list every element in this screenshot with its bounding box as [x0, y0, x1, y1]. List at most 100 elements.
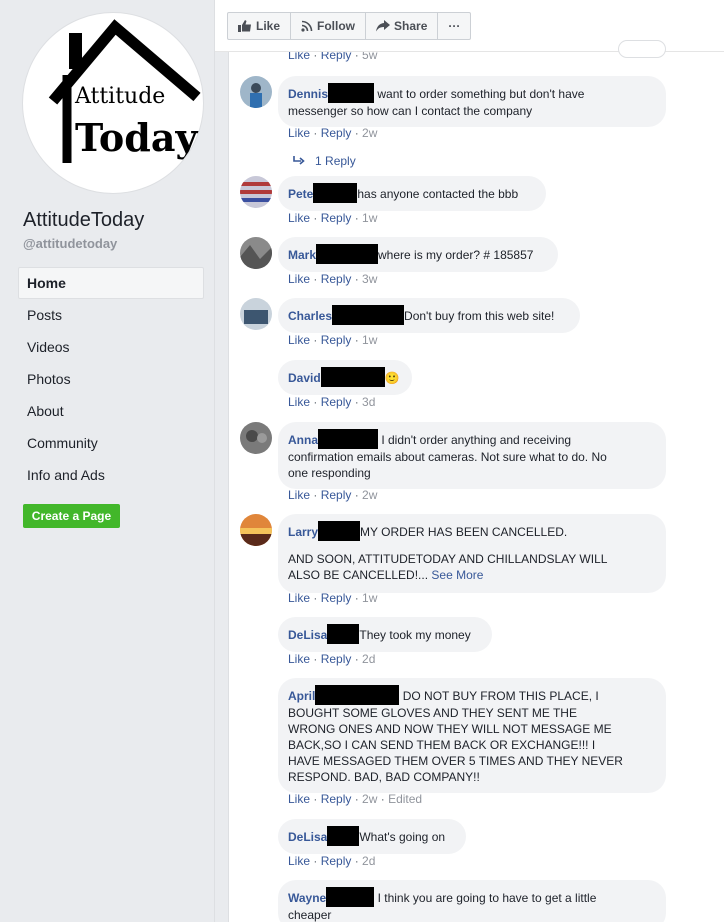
like-link[interactable]: Like	[288, 333, 310, 347]
comment-text: HAVE MESSAGED THEM OVER 5 TIMES AND THEY…	[288, 754, 623, 768]
like-page-button[interactable]: Like	[228, 13, 292, 39]
comment-text: cheaper	[288, 908, 332, 922]
comment-text: What's going on	[359, 830, 446, 844]
avatar[interactable]	[240, 76, 272, 108]
redaction	[320, 367, 385, 387]
comment-text: Don't buy from this web site!	[404, 309, 555, 323]
commenter-name[interactable]: DeLisa	[288, 830, 327, 844]
nav-info-and-ads[interactable]: Info and Ads	[18, 459, 204, 491]
nav-about[interactable]: About	[18, 395, 204, 427]
reply-link[interactable]: Reply	[321, 488, 352, 502]
like-link[interactable]: Like	[288, 792, 310, 806]
commenter-name[interactable]: Charles	[288, 309, 332, 323]
avatar[interactable]	[240, 422, 272, 454]
commenter-name[interactable]: April	[288, 689, 315, 703]
commenter-name[interactable]: David	[288, 371, 321, 385]
comment-text: has anyone contacted the bbb	[357, 187, 519, 201]
commenter-name[interactable]: Dennis	[288, 87, 328, 101]
post-action-bar: Like Follow Share ···	[215, 0, 724, 58]
like-link[interactable]: Like	[288, 488, 310, 502]
nav-videos[interactable]: Videos	[18, 331, 204, 363]
left-sidebar: Attitude Today AttitudeToday @attitudeto…	[0, 0, 214, 922]
comment-text: RESPOND. BAD, BAD COMPANY!!	[288, 770, 480, 784]
share-arrow-icon	[376, 20, 391, 32]
page-handle[interactable]: @attitudetoday	[23, 236, 117, 251]
like-link[interactable]: Like	[288, 652, 310, 666]
comment-bubble: Mark where is my order? # 185857	[278, 237, 558, 272]
nav-community[interactable]: Community	[18, 427, 204, 459]
comment-meta: Like · Reply · 1w	[288, 333, 378, 347]
reply-link[interactable]: Reply	[321, 211, 352, 225]
action-buttons: Like Follow Share ···	[227, 12, 472, 40]
nav-home[interactable]: Home	[18, 267, 204, 299]
reply-link[interactable]: Reply	[321, 126, 352, 140]
avatar[interactable]	[240, 237, 272, 269]
like-link[interactable]: Like	[288, 591, 310, 605]
commenter-name[interactable]: Wayne	[288, 891, 326, 905]
timestamp: 2w	[362, 126, 378, 140]
redaction	[328, 83, 375, 103]
see-more-link[interactable]: See More	[431, 568, 483, 582]
reply-link[interactable]: Reply	[321, 854, 352, 868]
view-replies-link[interactable]: 1 Reply	[293, 154, 356, 168]
timestamp: 2d	[362, 854, 376, 868]
like-link[interactable]: Like	[288, 211, 310, 225]
comment-text: I think you are going to have to get a l…	[377, 891, 597, 905]
comment-text: one responding	[288, 466, 371, 480]
reactions-summary[interactable]	[618, 40, 666, 58]
comment-meta: Like · Reply · 1w	[288, 591, 378, 605]
reply-link[interactable]: Reply	[321, 272, 352, 286]
page-logo[interactable]: Attitude Today	[22, 12, 204, 194]
redaction	[318, 429, 378, 449]
share-button[interactable]: Share	[366, 13, 439, 39]
nav-posts[interactable]: Posts	[18, 299, 204, 331]
avatar[interactable]	[240, 298, 272, 330]
avatar[interactable]	[240, 514, 272, 546]
comment-text: where is my order? # 185857	[378, 248, 534, 262]
follow-button[interactable]: Follow	[291, 13, 367, 39]
reply-link[interactable]: Reply	[321, 395, 352, 409]
commenter-name[interactable]: Anna	[288, 433, 318, 447]
reply-link[interactable]: Reply	[321, 333, 352, 347]
reply-link[interactable]: Reply	[321, 652, 352, 666]
commenter-name[interactable]: Mark	[288, 248, 316, 262]
comment-text: They took my money	[359, 628, 471, 642]
comment-text: BACK,SO I CAN SEND THEM BACK OR EXCHANGE…	[288, 738, 596, 752]
comment-meta: Like · Reply · 2w	[288, 126, 378, 140]
create-page-button[interactable]: Create a Page	[23, 504, 120, 528]
smiley-emoji: 🙂	[384, 371, 400, 385]
redaction	[327, 624, 360, 644]
comment-meta: Like · Reply · 2w	[288, 488, 378, 502]
comment-meta: Like · Reply · 1w	[288, 211, 378, 225]
edited-label[interactable]: Edited	[388, 792, 422, 806]
like-link[interactable]: Like	[288, 854, 310, 868]
more-options-button[interactable]: ···	[438, 13, 470, 39]
reply-link[interactable]: Reply	[321, 591, 352, 605]
timestamp: 1w	[362, 591, 378, 605]
reply-link[interactable]: Reply	[321, 792, 352, 806]
comment-meta: Like · Reply · 3w	[288, 272, 378, 286]
comment-text: confirmation emails about cameras. Not s…	[288, 450, 607, 464]
commenter-name[interactable]: Pete	[288, 187, 313, 201]
comment-bubble: Charles Don't buy from this web site!	[278, 298, 580, 333]
timestamp: 1w	[362, 333, 378, 347]
timestamp: 2w	[362, 488, 378, 502]
reply-arrow-icon	[293, 154, 308, 168]
comment-text: I didn't order anything and receiving	[381, 433, 572, 447]
commenter-name[interactable]: DeLisa	[288, 628, 327, 642]
avatar[interactable]	[240, 176, 272, 208]
comment-bubble: David 🙂	[278, 360, 412, 395]
nav-photos[interactable]: Photos	[18, 363, 204, 395]
comment-bubble: Pete has anyone contacted the bbb	[278, 176, 546, 211]
like-link[interactable]: Like	[288, 272, 310, 286]
comment-meta: Like · Reply · 2d	[288, 854, 376, 868]
page-title[interactable]: AttitudeToday	[23, 209, 144, 232]
timestamp: 3w	[362, 272, 378, 286]
commenter-name[interactable]: Larry	[288, 525, 318, 539]
comment-text: DO NOT BUY FROM THIS PLACE, I	[402, 689, 599, 703]
comment-meta: Like · Reply · 3d	[288, 395, 376, 409]
like-link[interactable]: Like	[288, 395, 310, 409]
like-link[interactable]: Like	[288, 126, 310, 140]
page-nav: Home Posts Videos Photos About Community…	[18, 267, 204, 491]
comment-bubble: DeLisa They took my money	[278, 617, 492, 652]
